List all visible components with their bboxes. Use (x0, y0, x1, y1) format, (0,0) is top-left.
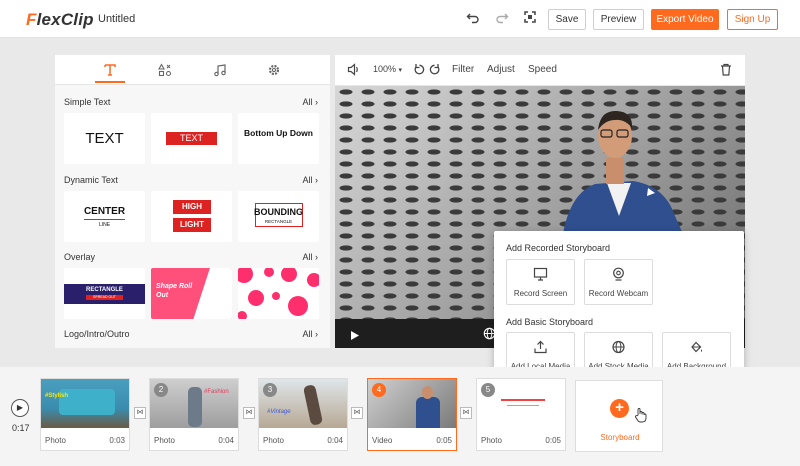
text-template-center-line[interactable]: CENTER LINE (64, 191, 145, 242)
redo-icon[interactable] (494, 10, 510, 26)
basic-storyboard-title: Add Basic Storyboard (506, 317, 594, 327)
record-screen-button[interactable]: Record Screen (506, 259, 575, 305)
panel-tabs (55, 55, 330, 85)
text-tab-icon[interactable] (95, 59, 125, 83)
overlay-template-circles[interactable] (238, 268, 319, 319)
speed-button[interactable]: Speed (528, 64, 557, 75)
transition-icon[interactable]: ⋈ (460, 407, 472, 419)
paint-bucket-icon (663, 340, 730, 356)
webcam-icon (585, 267, 652, 283)
section-title-simple-text: Simple Text (64, 97, 111, 107)
zoom-select[interactable]: 100% ▾ (373, 64, 402, 74)
timeline-clip-2[interactable]: #Fashion 2 Photo 0:04 (149, 378, 239, 451)
monitor-icon (507, 267, 574, 283)
hand-cursor-icon (634, 407, 648, 428)
video-toolbar: 100% ▾ Filter Adjust Speed (335, 55, 745, 86)
see-all-logo-intro-outro[interactable]: All › (302, 329, 318, 339)
text-template-plain[interactable]: TEXT (64, 113, 145, 164)
timeline-clip-3[interactable]: #Vintage 3 Photo 0:04 (258, 378, 348, 451)
preview-button[interactable]: Preview (593, 9, 644, 30)
see-all-simple-text[interactable]: All › (302, 97, 318, 107)
trash-icon[interactable] (720, 63, 732, 79)
timeline-clip-5[interactable]: 5 Photo 0:05 (476, 378, 566, 451)
video-play-icon[interactable] (350, 328, 360, 346)
clip-thumbnail: #Fashion 2 (150, 379, 238, 428)
flexclip-logo[interactable]: FlexClip (26, 10, 94, 30)
text-template-highlight[interactable]: HIGH LIGHT (151, 191, 232, 242)
rotate-left-icon[interactable] (413, 63, 426, 79)
transition-icon[interactable]: ⋈ (351, 407, 363, 419)
add-storyboard-button[interactable]: + Storyboard (575, 380, 663, 452)
rotate-right-icon[interactable] (428, 63, 441, 79)
overlay-template-shape-roll[interactable]: Shape Roll Out (151, 268, 232, 319)
clip-thumbnail: #Vintage 3 (259, 379, 347, 428)
clip-thumbnail: 4 (368, 379, 456, 428)
music-tab-icon[interactable] (205, 59, 235, 83)
section-title-overlay: Overlay (64, 252, 96, 262)
circles-pattern-icon (238, 268, 319, 319)
upload-icon (507, 340, 574, 356)
overlay-template-rectangle[interactable]: RECTANGLE SPREAD OUT (64, 268, 145, 319)
fullscreen-icon[interactable] (522, 10, 538, 26)
total-duration: 0:17 (12, 423, 30, 433)
section-title-dynamic-text: Dynamic Text (64, 175, 118, 185)
text-template-bounding[interactable]: BOUNDING RECTANGLE (238, 191, 319, 242)
top-bar: FlexClip Untitled Save Preview Export Vi… (0, 0, 800, 38)
sign-up-button[interactable]: Sign Up (727, 9, 778, 30)
settings-tab-icon[interactable] (259, 59, 289, 83)
text-template-bottom-up[interactable]: Bottom Up Down (238, 113, 319, 164)
document-title[interactable]: Untitled (98, 13, 135, 25)
clip-thumbnail: #Stylish (41, 379, 129, 428)
transition-icon[interactable]: ⋈ (134, 407, 146, 419)
undo-icon[interactable] (465, 10, 481, 26)
elements-panel: Simple Text All › TEXT TEXT Bottom Up Do… (55, 55, 330, 348)
plus-icon: + (610, 399, 629, 418)
timeline-clip-1[interactable]: #Stylish Photo 0:03 (40, 378, 130, 451)
elements-tab-icon[interactable] (150, 59, 180, 83)
timeline-play-icon[interactable]: ▶ (11, 399, 29, 417)
save-button[interactable]: Save (548, 9, 586, 30)
recorded-storyboard-title: Add Recorded Storyboard (506, 243, 611, 253)
clip-thumbnail: 5 (477, 379, 565, 428)
volume-icon[interactable] (347, 63, 360, 79)
filter-button[interactable]: Filter (452, 64, 474, 75)
see-all-overlay[interactable]: All › (302, 252, 318, 262)
timeline-clip-4[interactable]: 4 Video 0:05 (367, 378, 457, 451)
adjust-button[interactable]: Adjust (487, 64, 515, 75)
section-title-logo-intro-outro: Logo/Intro/Outro (64, 329, 130, 339)
text-template-red-box[interactable]: TEXT (151, 113, 232, 164)
export-video-button[interactable]: Export Video (651, 9, 719, 30)
globe-icon (585, 340, 652, 356)
see-all-dynamic-text[interactable]: All › (302, 175, 318, 185)
transition-icon[interactable]: ⋈ (243, 407, 255, 419)
record-webcam-button[interactable]: Record Webcam (584, 259, 653, 305)
